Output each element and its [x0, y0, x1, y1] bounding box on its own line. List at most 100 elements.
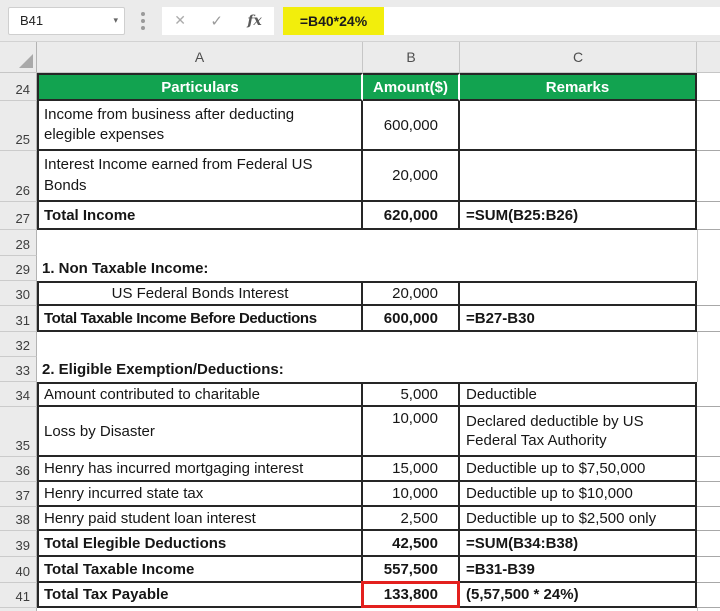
cell-d24[interactable]: [697, 73, 720, 101]
cell-d26[interactable]: [697, 151, 720, 202]
cell-c28[interactable]: [460, 230, 697, 256]
cell-d27[interactable]: [697, 202, 720, 230]
row-header-33[interactable]: 33: [0, 357, 37, 382]
cell-d39[interactable]: [697, 531, 720, 557]
cell-d32[interactable]: [697, 332, 720, 357]
row-header-26[interactable]: 26: [0, 151, 37, 202]
cell-a36[interactable]: Henry has incurred mortgaging interest: [37, 457, 363, 482]
cell-a27[interactable]: Total Income: [37, 202, 363, 230]
cell-c25[interactable]: [460, 101, 697, 151]
row-header-36[interactable]: 36: [0, 457, 37, 482]
cell-c24[interactable]: Remarks: [460, 73, 697, 101]
cell-a34[interactable]: Amount contributed to charitable: [37, 382, 363, 407]
cell-b25[interactable]: 600,000: [363, 101, 460, 151]
cell-a24[interactable]: Particulars: [37, 73, 363, 101]
formula-input[interactable]: =B40*24%: [283, 7, 720, 35]
row-header-35[interactable]: 35: [0, 407, 37, 457]
cell-b26[interactable]: 20,000: [363, 151, 460, 202]
row-header-25[interactable]: 25: [0, 101, 37, 151]
row-header-40[interactable]: 40: [0, 557, 37, 583]
cell-b40[interactable]: 557,500: [363, 557, 460, 583]
cell-c35[interactable]: Declared deductible by US Federal Tax Au…: [460, 407, 697, 457]
cell-d37[interactable]: [697, 482, 720, 507]
column-header-c[interactable]: C: [460, 42, 697, 72]
cell-a40[interactable]: Total Taxable Income: [37, 557, 363, 583]
cell-c30[interactable]: [460, 281, 697, 306]
cell-b39[interactable]: 42,500: [363, 531, 460, 557]
cell-a32[interactable]: [37, 332, 363, 357]
cell-d33[interactable]: [697, 357, 720, 382]
cell-a33[interactable]: 2. Eligible Exemption/Deductions:: [37, 357, 697, 382]
cell-b37[interactable]: 10,000: [363, 482, 460, 507]
cell-d36[interactable]: [697, 457, 720, 482]
cell-a41[interactable]: Total Tax Payable: [37, 583, 363, 608]
cell-a28[interactable]: [37, 230, 363, 256]
row-header-30[interactable]: 30: [0, 281, 37, 306]
cell-b38[interactable]: 2,500: [363, 507, 460, 531]
cell-d34[interactable]: [697, 382, 720, 407]
row-header-34[interactable]: 34: [0, 382, 37, 407]
cell-b24[interactable]: Amount($): [363, 73, 460, 101]
row-header-41[interactable]: 41: [0, 583, 37, 608]
column-header-a[interactable]: A: [37, 42, 363, 72]
cell-a37[interactable]: Henry incurred state tax: [37, 482, 363, 507]
cell-d30[interactable]: [697, 281, 720, 306]
cell-d41[interactable]: [697, 583, 720, 608]
cell-d29[interactable]: [697, 256, 720, 281]
cell-c36[interactable]: Deductible up to $7,50,000: [460, 457, 697, 482]
cell-c38[interactable]: Deductible up to $2,500 only: [460, 507, 697, 531]
cell-d25[interactable]: [697, 101, 720, 151]
table-row: 28: [0, 230, 720, 256]
name-box[interactable]: B41 ▾: [8, 7, 125, 35]
row-header-31[interactable]: 31: [0, 306, 37, 332]
column-header-b[interactable]: B: [363, 42, 460, 72]
cell-d31[interactable]: [697, 306, 720, 332]
cell-a31[interactable]: Total Taxable Income Before Deductions: [37, 306, 363, 332]
cell-c27[interactable]: =SUM(B25:B26): [460, 202, 697, 230]
cell-c41[interactable]: (5,57,500 * 24%): [460, 583, 697, 608]
column-header-d-partial[interactable]: [697, 42, 720, 72]
cell-d28[interactable]: [697, 230, 720, 256]
cell-b28[interactable]: [363, 230, 460, 256]
select-all-corner[interactable]: [0, 42, 37, 72]
cell-a26[interactable]: Interest Income earned from Federal US B…: [37, 151, 363, 202]
cell-b41[interactable]: 133,800: [363, 583, 460, 608]
cell-a38[interactable]: Henry paid student loan interest: [37, 507, 363, 531]
cell-d38[interactable]: [697, 507, 720, 531]
row-header-24[interactable]: 24: [0, 73, 37, 101]
cell-b34[interactable]: 5,000: [363, 382, 460, 407]
enter-icon[interactable]: ✓: [210, 12, 223, 30]
row-header-38[interactable]: 38: [0, 507, 37, 531]
cell-c31[interactable]: =B27-B30: [460, 306, 697, 332]
cell-c39[interactable]: =SUM(B34:B38): [460, 531, 697, 557]
cell-c26[interactable]: [460, 151, 697, 202]
cell-d40[interactable]: [697, 557, 720, 583]
row-header-39[interactable]: 39: [0, 531, 37, 557]
cell-c37[interactable]: Deductible up to $10,000: [460, 482, 697, 507]
cell-b30[interactable]: 20,000: [363, 281, 460, 306]
cell-b32[interactable]: [363, 332, 460, 357]
row-header-32[interactable]: 32: [0, 332, 37, 357]
cell-c40[interactable]: =B31-B39: [460, 557, 697, 583]
cell-b36[interactable]: 15,000: [363, 457, 460, 482]
row-header-37[interactable]: 37: [0, 482, 37, 507]
cell-a39[interactable]: Total Elegible Deductions: [37, 531, 363, 557]
table-row: 24 Particulars Amount($) Remarks: [0, 73, 720, 101]
row-header-29[interactable]: 29: [0, 256, 37, 281]
cell-b27[interactable]: 620,000: [363, 202, 460, 230]
cell-c34[interactable]: Deductible: [460, 382, 697, 407]
cell-b35[interactable]: 10,000: [363, 407, 460, 457]
table-row: 31 Total Taxable Income Before Deduction…: [0, 306, 720, 332]
row-header-27[interactable]: 27: [0, 202, 37, 230]
cell-b31[interactable]: 600,000: [363, 306, 460, 332]
cancel-icon[interactable]: ✕: [174, 12, 186, 29]
cell-a29[interactable]: 1. Non Taxable Income:: [37, 256, 697, 281]
cell-a35[interactable]: Loss by Disaster: [37, 407, 363, 457]
cell-c32[interactable]: [460, 332, 697, 357]
cell-a25[interactable]: Income from business after deducting ele…: [37, 101, 363, 151]
row-header-28[interactable]: 28: [0, 230, 37, 256]
insert-function-icon[interactable]: fx: [247, 13, 261, 29]
cell-a30[interactable]: US Federal Bonds Interest: [37, 281, 363, 306]
chevron-down-icon[interactable]: ▾: [113, 15, 118, 26]
cell-d35[interactable]: [697, 407, 720, 457]
